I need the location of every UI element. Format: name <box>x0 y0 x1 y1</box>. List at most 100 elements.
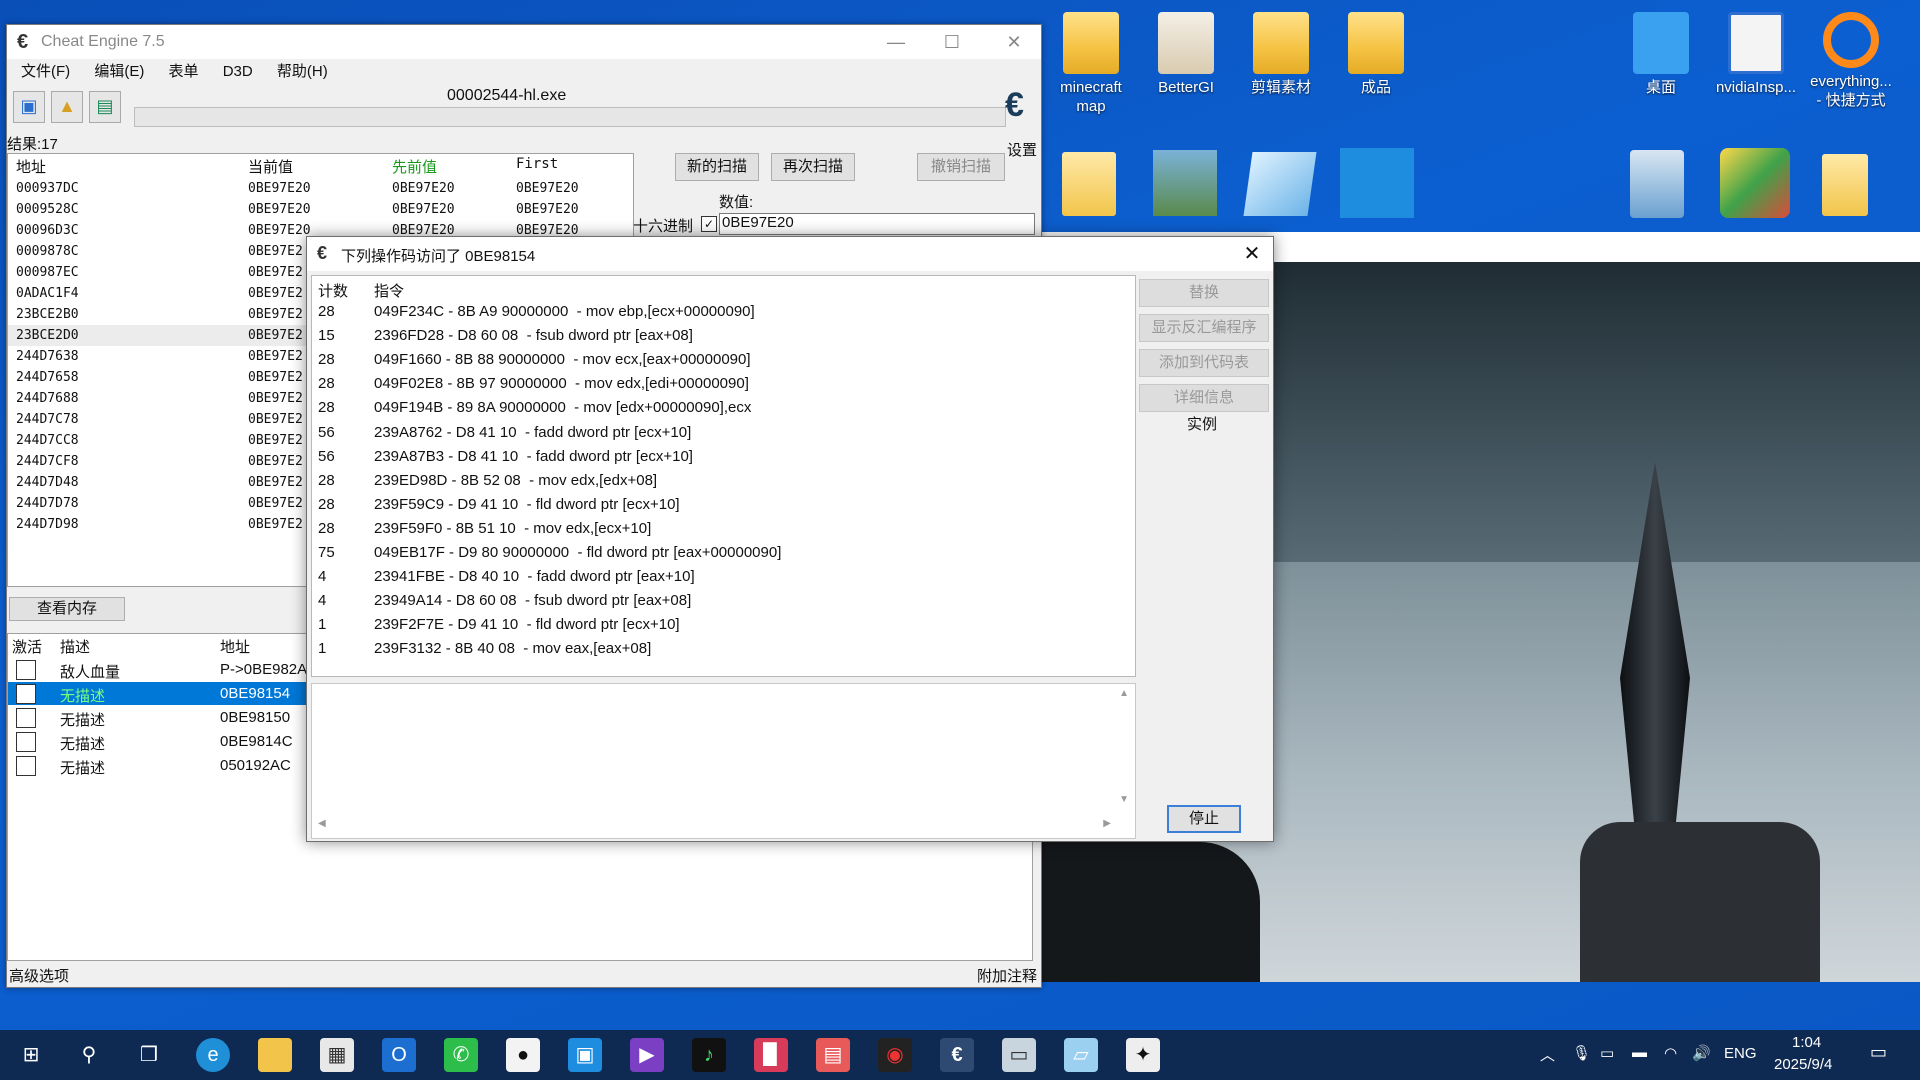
desktop-icon-row2-folder[interactable] <box>1062 152 1116 216</box>
desktop-icon-row2-photo[interactable] <box>1153 150 1217 216</box>
cheat-engine-taskbar-icon[interactable]: € <box>940 1038 974 1072</box>
active-checkbox[interactable] <box>16 660 36 680</box>
table-address[interactable]: P->0BE982A <box>220 661 307 678</box>
opcode-row[interactable]: 28 049F1660 - 8B 88 90000000 - mov ecx,[e… <box>312 348 1135 371</box>
notepad-taskbar-icon[interactable]: ▱ <box>1064 1038 1098 1072</box>
detail-scroll-down-icon[interactable]: ▼ <box>1119 794 1129 805</box>
active-checkbox[interactable] <box>16 684 36 704</box>
col-header-current[interactable]: 当前值 <box>248 156 293 177</box>
active-checkbox[interactable] <box>16 708 36 728</box>
open-file-button[interactable]: ▲ <box>51 91 83 123</box>
clock-time[interactable]: 1:04 <box>1792 1034 1821 1051</box>
file-explorer-icon[interactable] <box>258 1038 292 1072</box>
menu-d3d[interactable]: D3D <box>217 61 259 83</box>
settings-logo-icon[interactable]: € <box>1005 85 1039 125</box>
desktop-icon-everything[interactable]: everything... - 快捷方式 <box>1806 12 1896 110</box>
detail-scroll-up-icon[interactable]: ▲ <box>1119 688 1129 699</box>
language-indicator[interactable]: ENG <box>1724 1045 1757 1062</box>
visual-studio-icon[interactable]: ▶ <box>630 1038 664 1072</box>
edge-browser-icon[interactable]: e <box>196 1038 230 1072</box>
opcode-row[interactable]: 28 239F59C9 - D9 41 10 - fld dword ptr [e… <box>312 493 1135 516</box>
menu-edit[interactable]: 编辑(E) <box>88 61 150 83</box>
next-scan-button[interactable]: 再次扫描 <box>771 153 855 181</box>
ce-titlebar[interactable]: € Cheat Engine 7.5 — ☐ ✕ <box>7 25 1041 59</box>
opcode-row[interactable]: 1 239F3132 - 8B 40 08 - mov eax,[eax+08] <box>312 637 1135 660</box>
col-header-instruction[interactable]: 指令 <box>374 280 404 301</box>
select-process-button[interactable]: ▣ <box>13 91 45 123</box>
save-button[interactable]: ▤ <box>89 91 121 123</box>
desktop-icon-row2-game[interactable] <box>1720 148 1790 218</box>
active-checkbox[interactable] <box>16 732 36 752</box>
value-input[interactable]: 0BE97E20 <box>719 213 1035 235</box>
replace-button[interactable]: 替换 <box>1139 279 1269 307</box>
maximize-button[interactable]: ☐ <box>929 29 975 55</box>
view-memory-button[interactable]: 查看内存 <box>9 597 125 621</box>
opcode-row[interactable]: 28 049F02E8 - 8B 97 90000000 - mov edx,[e… <box>312 372 1135 395</box>
table-address[interactable]: 050192AC <box>220 757 291 774</box>
table-description[interactable]: 无描述 <box>60 757 105 778</box>
opcode-row[interactable]: 28 239F59F0 - 8B 51 10 - mov edx,[ecx+10] <box>312 517 1135 540</box>
table-address[interactable]: 0BE9814C <box>220 733 293 750</box>
opcode-row[interactable]: 75 049EB17F - D9 80 90000000 - fld dword … <box>312 541 1135 564</box>
media-app-icon[interactable]: ▤ <box>816 1038 850 1072</box>
notification-icon[interactable]: ▭ <box>1870 1042 1887 1063</box>
opcode-row[interactable]: 28 049F194B - 89 8A 90000000 - mov [edx+0… <box>312 396 1135 419</box>
more-info-button[interactable]: 详细信息 <box>1139 384 1269 412</box>
menu-table[interactable]: 表单 <box>163 61 205 83</box>
desktop-icon-finished[interactable]: 成品 <box>1331 12 1421 97</box>
result-row[interactable]: 0009528C 0BE97E20 0BE97E20 0BE97E20 <box>8 199 633 220</box>
dialog-close-button[interactable]: ✕ <box>1237 241 1267 267</box>
battery-icon[interactable]: ▬ <box>1632 1044 1647 1061</box>
outlook-icon[interactable]: O <box>382 1038 416 1072</box>
desktop-icon-row2-notepad[interactable] <box>1243 152 1317 216</box>
start-windows-icon[interactable]: ⊞ <box>14 1038 48 1072</box>
store-icon[interactable]: ▦ <box>320 1038 354 1072</box>
result-row[interactable]: 000937DC 0BE97E20 0BE97E20 0BE97E20 <box>8 178 633 199</box>
image-app-icon[interactable]: ▭ <box>1002 1038 1036 1072</box>
desktop-icon-bettergi[interactable]: BetterGI <box>1141 12 1231 97</box>
desktop-icon-desktop[interactable]: 桌面 <box>1616 12 1706 97</box>
recorder-icon[interactable]: ◉ <box>878 1038 912 1072</box>
music-app-icon[interactable]: ♪ <box>692 1038 726 1072</box>
minimize-button[interactable]: — <box>873 29 919 55</box>
add-to-codelist-button[interactable]: 添加到代码表 <box>1139 349 1269 377</box>
app-icon[interactable]: ▣ <box>568 1038 602 1072</box>
col-header-previous[interactable]: 先前值 <box>392 156 437 177</box>
jetbrains-icon[interactable]: ▉ <box>754 1038 788 1072</box>
desktop-icon-row2-recycle[interactable] <box>1630 150 1684 218</box>
menu-help[interactable]: 帮助(H) <box>271 61 334 83</box>
opcode-row[interactable]: 28 239ED98D - 8B 52 08 - mov edx,[edx+08] <box>312 469 1135 492</box>
desktop-icon-clips[interactable]: 剪辑素材 <box>1236 12 1326 97</box>
wechat-icon[interactable]: ✆ <box>444 1038 478 1072</box>
table-address[interactable]: 0BE98154 <box>220 685 290 702</box>
desktop-icon-nvidia[interactable]: nvidiaInsp... <box>1711 12 1801 97</box>
display-icon[interactable]: ▭ <box>1600 1044 1614 1062</box>
counter-strike-icon[interactable]: ✦ <box>1126 1038 1160 1072</box>
table-address[interactable]: 0BE98150 <box>220 709 290 726</box>
qq-icon[interactable]: ● <box>506 1038 540 1072</box>
menu-file[interactable]: 文件(F) <box>15 61 76 83</box>
volume-icon[interactable]: 🔊 <box>1692 1044 1711 1062</box>
desktop-icon-minecraft-map[interactable]: minecraft map <box>1046 12 1136 116</box>
dialog-titlebar[interactable]: € 下列操作码访问了 0BE98154 ✕ <box>307 237 1273 271</box>
wifi-icon[interactable]: ◠ <box>1664 1044 1677 1062</box>
opcode-list[interactable]: 计数 指令 28 049F234C - 8B A9 90000000 - mov … <box>311 275 1136 677</box>
show-disassembler-button[interactable]: 显示反汇编程序 <box>1139 314 1269 342</box>
col-header-first[interactable]: First <box>516 156 558 172</box>
opcode-row[interactable]: 4 23949A14 - D8 60 08 - fsub dword ptr [e… <box>312 589 1135 612</box>
search-icon[interactable]: ⚲ <box>72 1038 106 1072</box>
opcode-row[interactable]: 15 2396FD28 - D8 60 08 - fsub dword ptr [… <box>312 324 1135 347</box>
opcode-access-dialog[interactable]: € 下列操作码访问了 0BE98154 ✕ 计数 指令 28 049F234C -… <box>306 236 1274 842</box>
opcode-row[interactable]: 56 239A87B3 - D8 41 10 - fadd dword ptr [… <box>312 445 1135 468</box>
table-description[interactable]: 敌人血量 <box>60 661 120 682</box>
active-checkbox[interactable] <box>16 756 36 776</box>
add-comment[interactable]: 附加注释 <box>977 965 1037 986</box>
new-scan-button[interactable]: 新的扫描 <box>675 153 759 181</box>
desktop-icon-row2-app[interactable] <box>1340 148 1414 218</box>
cheat-table-row[interactable]: 无描述 0BE98154 <box>8 682 308 705</box>
stop-button[interactable]: 停止 <box>1167 805 1241 833</box>
settings-label[interactable]: 设置 <box>1007 139 1037 160</box>
detail-scroll-right-icon[interactable]: ▶ <box>1103 818 1111 829</box>
table-header-active[interactable]: 激活 <box>12 636 42 657</box>
table-description[interactable]: 无描述 <box>60 709 105 730</box>
